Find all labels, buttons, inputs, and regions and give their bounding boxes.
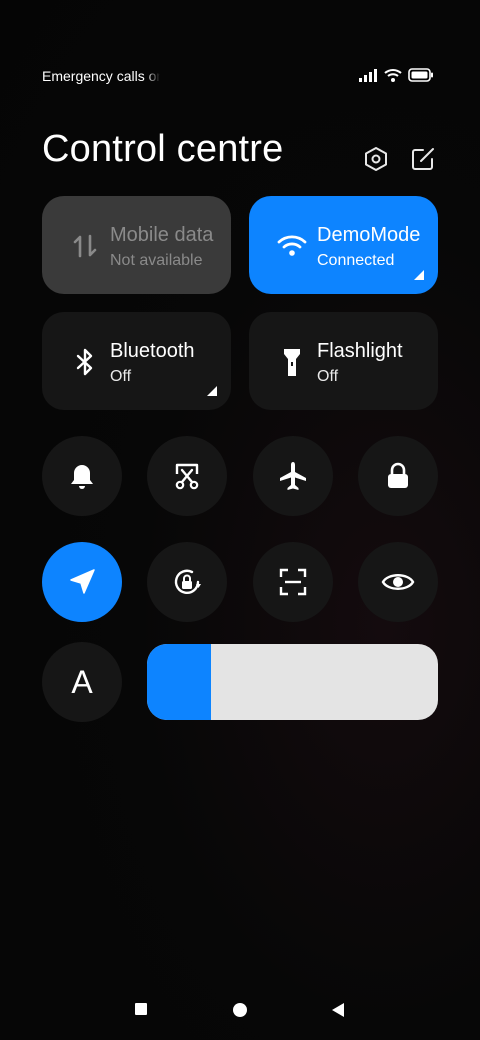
- tile-mobile-data-label: Mobile data: [110, 224, 214, 246]
- expand-corner-icon[interactable]: [414, 270, 424, 280]
- signal-icon: [359, 69, 377, 82]
- home-circle-icon[interactable]: [232, 1002, 248, 1018]
- back-triangle-icon[interactable]: [331, 1002, 345, 1018]
- status-carrier-text: Emergency calls only: [42, 68, 160, 84]
- auto-brightness-icon: A: [71, 663, 93, 700]
- wifi-icon: [277, 235, 307, 256]
- toggle-screenshot[interactable]: [147, 436, 227, 516]
- expand-corner-icon[interactable]: [207, 386, 217, 396]
- brightness-fill: [147, 644, 212, 720]
- screenshot-icon: [175, 463, 199, 490]
- tile-bluetooth-status: Off: [110, 368, 132, 385]
- scanner-icon: [279, 568, 307, 596]
- airplane-icon: [280, 462, 306, 490]
- eye-icon: [381, 574, 415, 590]
- brightness-slider[interactable]: [147, 644, 438, 720]
- wifi-icon: [384, 69, 402, 82]
- page-title: Control centre: [42, 128, 284, 170]
- settings-hexagon-icon[interactable]: [363, 146, 389, 172]
- toggle-scanner[interactable]: [253, 542, 333, 622]
- mobile-data-icon: [73, 234, 97, 258]
- edit-icon[interactable]: [410, 146, 436, 172]
- toggle-auto-brightness[interactable]: A: [42, 642, 122, 722]
- tile-wifi[interactable]: DemoMode Connected: [249, 196, 438, 294]
- recents-square-icon[interactable]: [134, 1002, 148, 1016]
- rotation-lock-icon: [174, 569, 201, 594]
- toggle-location[interactable]: [42, 542, 122, 622]
- toggle-lock[interactable]: [358, 436, 438, 516]
- toggle-airplane[interactable]: [253, 436, 333, 516]
- tile-bluetooth[interactable]: Bluetooth Off: [42, 312, 231, 410]
- status-icons: [358, 68, 434, 82]
- tile-flashlight-status: Off: [317, 368, 339, 385]
- tile-mobile-data[interactable]: Mobile data Not available: [42, 196, 231, 294]
- location-icon: [70, 569, 95, 594]
- lock-icon: [388, 462, 408, 488]
- tile-bluetooth-label: Bluetooth: [110, 340, 195, 362]
- tile-wifi-label: DemoMode: [317, 224, 421, 246]
- battery-icon: [408, 68, 433, 82]
- tile-flashlight[interactable]: Flashlight Off: [249, 312, 438, 410]
- bluetooth-icon: [76, 348, 93, 376]
- toggle-rotation-lock[interactable]: [147, 542, 227, 622]
- tile-mobile-data-status: Not available: [110, 252, 203, 269]
- bell-icon: [71, 465, 93, 489]
- toggle-reading-mode[interactable]: [358, 542, 438, 622]
- toggle-silent[interactable]: [42, 436, 122, 516]
- tile-flashlight-label: Flashlight: [317, 340, 403, 362]
- flashlight-icon: [284, 349, 300, 376]
- tile-wifi-status: Connected: [317, 252, 395, 269]
